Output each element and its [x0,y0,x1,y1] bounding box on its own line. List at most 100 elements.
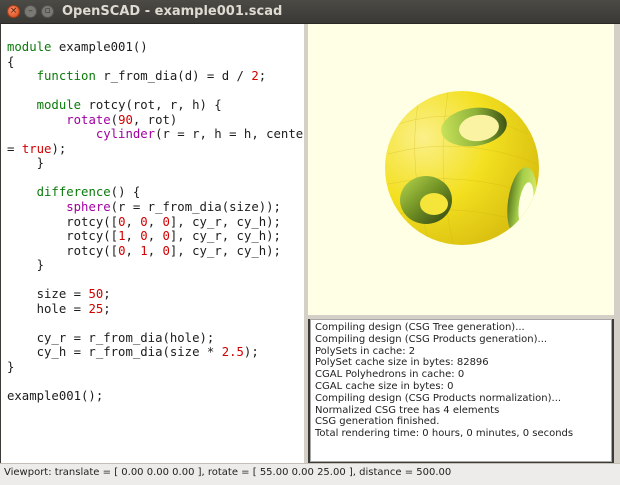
console-line: Compiling design (CSG Tree generation)..… [315,322,525,333]
code-token: , [147,214,163,229]
code-token: } [7,258,45,273]
console-line: Normalized CSG tree has 4 elements [315,404,500,416]
code-token: , [147,229,163,244]
window-edge [614,24,620,463]
left-hole-opening [420,193,448,215]
code-line[interactable]: cylinder(r = r, h = h, center [7,127,304,142]
code-token: (r = r, h = h, center [155,127,304,142]
code-token: 0 [162,229,170,244]
code-token: example001(); [7,389,104,404]
console-line: CSG generation finished. [315,416,440,428]
code-token: module [7,40,52,54]
code-line[interactable]: } [7,156,304,171]
rendered-model [385,91,539,245]
viewport-status: Viewport: translate = [ 0.00 0.00 0.00 ]… [4,467,452,478]
code-token: 25 [88,301,104,316]
code-line[interactable]: difference() { [7,185,304,200]
code-editor[interactable]: module example001(){ function r_from_dia… [1,24,304,463]
code-token: , [125,214,141,229]
code-line[interactable] [7,273,304,288]
code-token: rotcy([ [7,243,119,258]
code-token: example001() [51,40,148,54]
code-token: r_from_dia(d) = d / [95,69,252,84]
window-title: OpenSCAD - example001.scad [62,4,283,19]
code-token: 1 [140,243,148,258]
code-token: cy_h = r_from_dia(size * [7,345,222,360]
code-token: 2.5 [221,345,244,360]
console-line: PolySet cache size in bytes: 82896 [315,357,489,369]
minimize-icon[interactable]: – [24,5,37,18]
code-token: , [125,243,141,258]
code-token: 50 [88,287,104,302]
code-token: rotcy([ [7,229,119,244]
code-line[interactable]: = true); [7,142,304,157]
status-bar: Viewport: translate = [ 0.00 0.00 0.00 ]… [0,463,620,485]
code-line[interactable] [7,316,304,331]
code-line[interactable]: hole = 25; [7,302,304,317]
code-token: size = [7,287,89,302]
code-token: ; [258,69,267,84]
close-icon[interactable]: × [7,5,20,18]
console-line: Compiling design (CSG Products normaliza… [315,392,562,404]
code-token: 0 [162,243,170,258]
code-token: ], cy_r, cy_h); [169,214,281,229]
title-bar: × – ▫ OpenSCAD - example001.scad [0,0,620,24]
code-line[interactable]: module example001() [7,40,304,55]
code-line[interactable]: function r_from_dia(d) = d / 2; [7,69,304,84]
code-token: ( [110,112,119,127]
code-token: cylinder [95,127,156,142]
code-token: ], cy_r, cy_h); [169,243,281,258]
code-token: } [7,360,15,375]
code-line[interactable]: rotate(90, rot) [7,113,304,128]
code-token: true [21,141,52,156]
console-line: CGAL cache size in bytes: 0 [315,380,454,392]
code-token: () { [110,185,141,200]
code-line[interactable] [7,84,304,99]
console-line: CGAL Polyhedrons in cache: 0 [315,369,465,381]
code-token: , [125,229,141,244]
code-token: , [147,243,163,258]
code-line[interactable]: example001(); [7,389,304,404]
code-line[interactable]: rotcy([1, 0, 0], cy_r, cy_h); [7,229,304,244]
3d-viewport[interactable] [308,24,614,315]
code-token: rotate [66,112,111,127]
console-line: Total rendering time: 0 hours, 0 minutes… [315,428,574,440]
code-line[interactable]: rotcy([0, 1, 0], cy_r, cy_h); [7,244,304,259]
code-token: 90 [118,112,133,127]
code-line[interactable]: cy_r = r_from_dia(hole); [7,331,304,346]
code-line[interactable]: sphere(r = r_from_dia(size)); [7,200,304,215]
code-line[interactable] [7,375,304,390]
code-token: sphere [66,200,111,215]
console-panel[interactable]: Compiling design (CSG Tree generation)..… [310,319,612,462]
code-token: , rot) [132,112,178,127]
code-token: cy_r = r_from_dia(hole); [7,330,215,345]
code-line[interactable]: } [7,258,304,273]
code-token: ; [103,301,111,316]
code-token: 2 [251,69,259,84]
code-token: { [7,54,15,69]
code-token: ); [243,345,259,360]
code-line[interactable]: cy_h = r_from_dia(size * 2.5); [7,345,304,360]
code-line[interactable] [7,171,304,186]
code-token: hole = [7,301,89,316]
code-line[interactable]: size = 50; [7,287,304,302]
code-token: 0 [140,214,148,229]
code-token: ; [103,287,111,302]
maximize-icon[interactable]: ▫ [41,5,54,18]
code-text[interactable]: module example001(){ function r_from_dia… [7,40,304,404]
code-line[interactable]: { [7,55,304,70]
code-token: = [7,141,22,156]
code-token: module [36,98,82,113]
code-line[interactable]: module rotcy(rot, r, h) { [7,98,304,113]
code-token: 0 [162,214,170,229]
code-line[interactable]: rotcy([0, 0, 0], cy_r, cy_h); [7,215,304,230]
code-line[interactable]: } [7,360,304,375]
code-token: rotcy(rot, r, h) { [81,98,222,113]
code-token: ], cy_r, cy_h); [169,229,281,244]
